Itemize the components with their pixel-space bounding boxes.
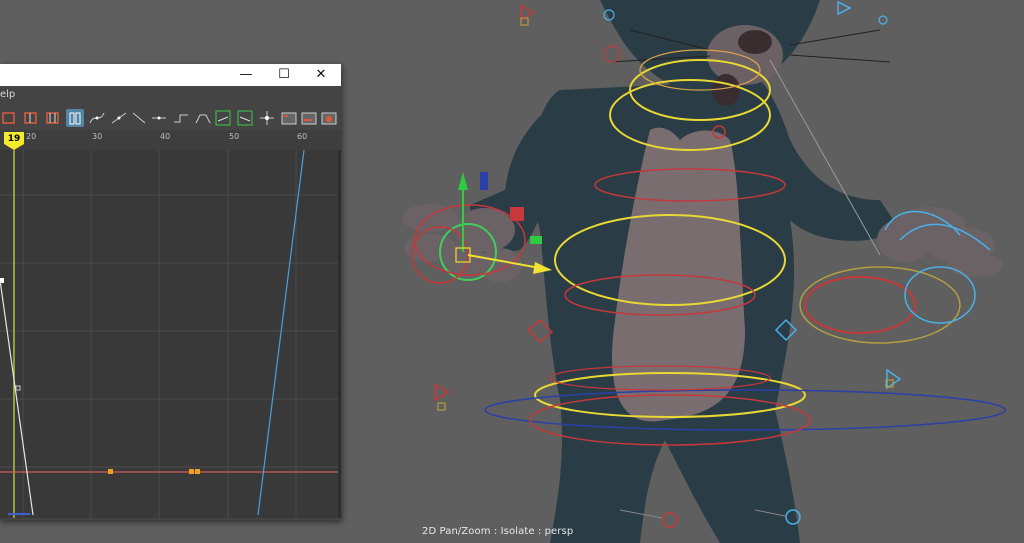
- swap-buffer-icon[interactable]: [236, 109, 254, 127]
- viewport-hud-label: 2D Pan/Zoom : Isolate : persp: [422, 526, 574, 537]
- frame-playback-icon[interactable]: [44, 109, 62, 127]
- linear-tangents-icon[interactable]: [130, 109, 148, 127]
- tick-label: 60: [297, 132, 308, 141]
- tick-label: 20: [26, 132, 37, 141]
- vertical-scrollbar[interactable]: [338, 150, 341, 518]
- frame-all-icon[interactable]: [0, 109, 18, 127]
- menu-bar: elp: [0, 86, 341, 106]
- clamped-tangents-icon[interactable]: [110, 109, 128, 127]
- normalize-curves-icon[interactable]: [66, 109, 84, 127]
- tick-label: 40: [160, 132, 171, 141]
- dope-sheet-icon[interactable]: [280, 109, 298, 127]
- spline-tangents-icon[interactable]: [88, 109, 106, 127]
- timeline-ruler[interactable]: 20 30 40 50 60: [0, 130, 341, 150]
- white-curve[interactable]: [0, 279, 34, 516]
- buffer-curve-snapshot-icon[interactable]: [214, 109, 232, 127]
- tick-label: 50: [229, 132, 240, 141]
- blue-curve[interactable]: [257, 150, 305, 516]
- current-frame-label: 19: [7, 134, 21, 144]
- step-tangents-icon[interactable]: [172, 109, 190, 127]
- graph-toolbar: [0, 106, 341, 131]
- frame-selection-icon[interactable]: [22, 109, 40, 127]
- flat-tangents-icon[interactable]: [150, 109, 168, 127]
- keyframe[interactable]: [108, 469, 113, 474]
- graph-editor-window[interactable]: — ☐ ✕ elp 20 30 40 50 60 19: [0, 64, 341, 520]
- lattice-deform-icon[interactable]: [258, 109, 276, 127]
- tick-label: 30: [92, 132, 103, 141]
- trax-editor-icon[interactable]: [300, 109, 318, 127]
- keyframe[interactable]: [189, 469, 194, 474]
- menu-help[interactable]: elp: [0, 89, 15, 100]
- tangent-handle[interactable]: [15, 385, 21, 391]
- minimize-button[interactable]: —: [228, 64, 264, 86]
- window-titlebar[interactable]: — ☐ ✕: [0, 64, 341, 86]
- curve-graph-area[interactable]: [0, 150, 338, 518]
- time-editor-icon[interactable]: [320, 109, 338, 127]
- keyframe[interactable]: [0, 278, 4, 283]
- close-button[interactable]: ✕: [303, 64, 339, 86]
- maximize-button[interactable]: ☐: [266, 64, 302, 86]
- curve-canvas[interactable]: [0, 150, 338, 518]
- keyframe[interactable]: [195, 469, 200, 474]
- plateau-tangents-icon[interactable]: [194, 109, 212, 127]
